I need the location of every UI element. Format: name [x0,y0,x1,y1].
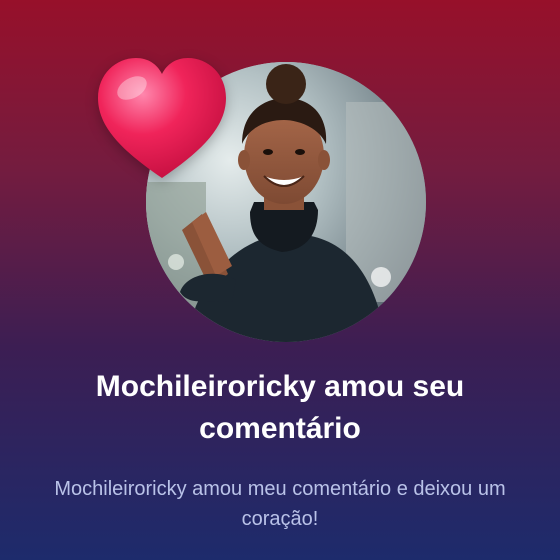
notification-title: Mochileiroricky amou seu comentário [95,370,465,445]
notification-subtitle: Mochileiroricky amou meu comentário e de… [54,478,506,530]
heart-icon [98,58,226,178]
reaction-notification-card: Mochileiroricky amou seu comentário Moch… [0,0,560,560]
